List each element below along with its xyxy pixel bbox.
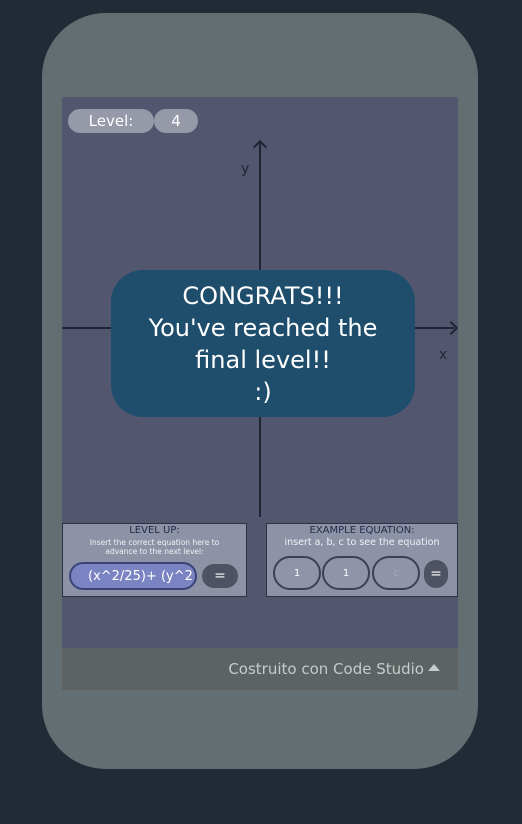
x-axis-arrow-icon [443, 320, 458, 336]
level-up-title: LEVEL UP: [129, 525, 180, 536]
congrats-line-3: final level!! [195, 345, 331, 374]
footer-bar: Costruito con Code Studio [62, 648, 458, 690]
level-up-hint-line-2: advance to the next level: [105, 547, 204, 556]
congrats-line-1: CONGRATS!!! [182, 281, 344, 310]
show-example-button[interactable]: = [424, 560, 448, 588]
code-studio-link[interactable]: Costruito con Code Studio [228, 660, 440, 678]
coefficient-a-input[interactable]: 1 [273, 556, 321, 590]
congrats-line-4: :) [254, 377, 272, 406]
congrats-line-2: You've reached the [148, 313, 378, 342]
caret-up-icon [428, 664, 440, 671]
example-equation-hint: insert a, b, c to see the equation [284, 537, 440, 548]
footer-text: Costruito con Code Studio [228, 660, 424, 678]
submit-equation-button[interactable]: = [202, 564, 238, 588]
congrats-message: CONGRATS!!! You've reached the final lev… [111, 270, 415, 417]
coefficient-b-input[interactable]: 1 [322, 556, 370, 590]
level-up-hint-line-1: Insert the correct equation here to [89, 538, 220, 547]
example-equation-title: EXAMPLE EQUATION: [309, 525, 415, 536]
app-screen: Level: 4 y x CONGRATS!!! You've reached … [62, 97, 458, 690]
level-up-panel: LEVEL UP: Insert the correct equation he… [62, 523, 247, 597]
y-axis-label: y [241, 161, 250, 177]
equation-input[interactable]: (x^2/25)+ (y^2 [69, 562, 197, 590]
x-axis-label: x [439, 347, 448, 363]
coefficient-c-input[interactable]: c [372, 556, 420, 590]
y-axis-arrow-icon [252, 139, 268, 155]
example-equation-panel: EXAMPLE EQUATION: insert a, b, c to see … [266, 523, 458, 597]
level-up-hint: Insert the correct equation here to adva… [67, 538, 242, 556]
level-label: Level: [68, 109, 154, 133]
level-value: 4 [154, 109, 198, 133]
